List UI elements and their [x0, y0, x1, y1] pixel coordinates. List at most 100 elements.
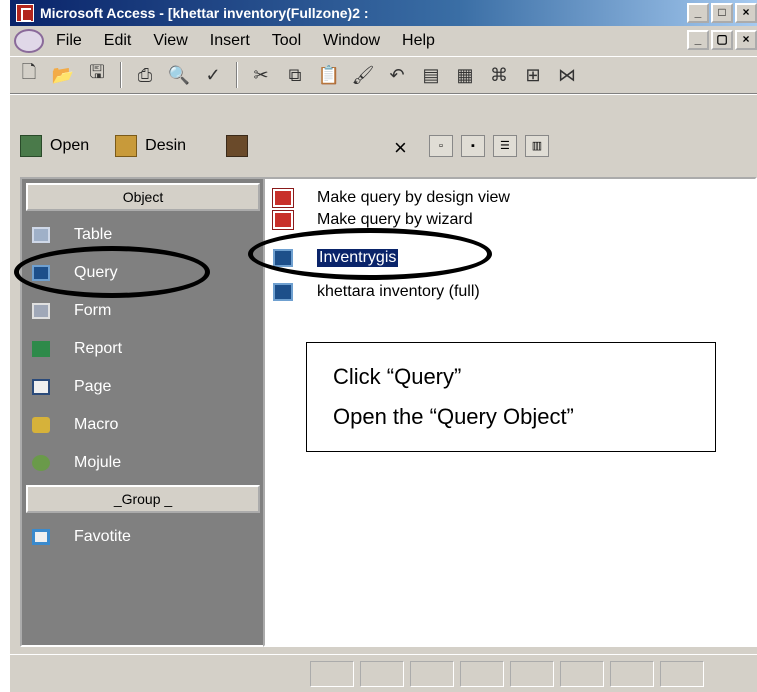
menu-window[interactable]: Window — [323, 32, 380, 50]
small-icons-icon[interactable]: ▪ — [460, 135, 485, 157]
large-icons-icon[interactable]: ▫ — [428, 135, 453, 157]
module-icon — [32, 455, 50, 471]
sidebar-item-favorites[interactable]: Favotite — [32, 519, 252, 555]
sidebar-item-label: Page — [74, 378, 112, 395]
design-label: Desin — [145, 137, 187, 154]
window-title: Microsoft Access - [khettar inventory(Fu… — [40, 5, 369, 21]
menu-help[interactable]: Help — [402, 32, 435, 50]
list-item-label: Make query by design view — [317, 189, 510, 206]
groups-header[interactable]: _Group _ — [26, 485, 260, 513]
document-controls: _ ▢ × — [687, 30, 757, 50]
design-icon — [115, 135, 138, 157]
macro-icon — [32, 417, 50, 433]
query-icon — [273, 249, 293, 267]
menu-file[interactable]: File — [56, 32, 82, 50]
status-cell — [610, 660, 654, 687]
status-cell — [660, 660, 704, 687]
table-icon — [32, 227, 50, 243]
title-bar: Microsoft Access - [khettar inventory(Fu… — [10, 0, 757, 26]
code-icon[interactable]: ⌘ — [488, 64, 510, 86]
list-item[interactable]: Make query by wizard — [272, 210, 473, 230]
page-icon — [32, 379, 50, 395]
office-links-icon[interactable]: ▤ — [420, 64, 442, 86]
list-view-icon[interactable]: ☰ — [492, 135, 517, 157]
undo-icon[interactable]: ↶ — [386, 64, 408, 86]
make-query-icon — [272, 210, 294, 230]
callout-line-2: Open the “Query Object” — [333, 404, 574, 429]
report-icon — [32, 341, 50, 357]
list-item[interactable]: khettara inventory (full) — [273, 283, 480, 301]
open-icon — [20, 135, 42, 157]
list-item-label: khettara inventory (full) — [317, 283, 480, 300]
sidebar-item-macro[interactable]: Macro — [32, 407, 252, 443]
sidebar-item-label: Macro — [74, 416, 119, 433]
instruction-callout: Click “Query” Open the “Query Object” — [306, 342, 716, 452]
menu-tool[interactable]: Tool — [272, 32, 301, 50]
toolbar-separator — [120, 62, 122, 88]
sidebar-item-report[interactable]: Report — [32, 331, 252, 367]
make-query-icon — [272, 188, 294, 208]
print-preview-icon[interactable]: 🔍 — [168, 64, 190, 86]
new-icon[interactable]: 🗋 — [18, 62, 40, 86]
menu-insert[interactable]: Insert — [210, 32, 250, 50]
callout-line-1: Click “Query” — [333, 364, 462, 389]
close-button[interactable]: × — [735, 3, 757, 23]
menu-view[interactable]: View — [153, 32, 187, 50]
toolbar-separator — [236, 62, 238, 88]
status-cell — [460, 660, 504, 687]
minimize-button[interactable]: _ — [687, 3, 709, 23]
sidebar-item-label: Query — [74, 264, 118, 281]
status-cell — [410, 660, 454, 687]
status-cell — [560, 660, 604, 687]
window-controls: _ □ × — [687, 3, 757, 23]
objects-header[interactable]: Object — [26, 183, 260, 211]
status-cell — [360, 660, 404, 687]
sidebar-item-label: Table — [74, 226, 113, 243]
format-painter-icon[interactable]: 🖌 — [352, 64, 375, 86]
sidebar-item-label: Report — [74, 340, 123, 357]
sidebar-item-table[interactable]: Table — [32, 217, 252, 253]
cut-icon[interactable]: ✂ — [250, 64, 272, 86]
maximize-button[interactable]: □ — [711, 3, 733, 23]
query-icon — [273, 283, 293, 301]
doc-minimize-button[interactable]: _ — [687, 30, 709, 50]
form-icon — [32, 303, 50, 319]
paste-icon[interactable]: 📋 — [318, 64, 340, 86]
list-item[interactable]: Make query by design view — [272, 188, 510, 208]
sidebar-item-module[interactable]: Mojule — [32, 445, 252, 481]
document-menu-icon[interactable] — [14, 29, 44, 53]
sidebar-item-label: Favotite — [74, 528, 131, 545]
query-icon — [32, 265, 50, 281]
doc-close-button[interactable]: × — [735, 30, 757, 50]
doc-restore-button[interactable]: ▢ — [711, 30, 733, 50]
details-view-icon[interactable]: ▥ — [524, 135, 549, 157]
open-label: Open — [50, 137, 90, 154]
status-bar — [10, 654, 757, 692]
list-item-label: Inventrygis — [317, 249, 399, 267]
sidebar-item-form[interactable]: Form — [32, 293, 252, 329]
open-folder-icon[interactable]: 📂 — [52, 64, 74, 86]
new-object-icon — [226, 135, 249, 157]
list-item[interactable]: Inventrygis — [273, 249, 399, 267]
relationships-icon[interactable]: ⋈ — [556, 64, 578, 86]
sidebar-item-query[interactable]: Query — [32, 255, 252, 291]
sidebar-item-label: Form — [74, 302, 112, 319]
objects-sidebar: Object Table Query Form Report Page Macr… — [20, 177, 268, 647]
sidebar-item-label: Mojule — [74, 454, 122, 471]
copy-icon[interactable]: ⧉ — [284, 64, 306, 86]
new-object-button[interactable] — [212, 135, 249, 157]
properties-icon[interactable]: ⊞ — [522, 64, 544, 86]
open-button[interactable]: Open — [20, 135, 89, 157]
sidebar-item-page[interactable]: Page — [32, 369, 252, 405]
access-app-icon[interactable] — [16, 4, 34, 22]
menu-bar: File Edit View Insert Tool Window Help _… — [10, 26, 757, 56]
status-cell — [510, 660, 554, 687]
design-button[interactable]: Desin — [115, 135, 186, 157]
menu-edit[interactable]: Edit — [104, 32, 132, 50]
spelling-icon[interactable]: ✓ — [202, 64, 224, 86]
analyze-icon[interactable]: ▦ — [454, 64, 476, 86]
save-icon[interactable]: 🖫 — [86, 62, 108, 86]
delete-icon[interactable]: × — [394, 135, 407, 161]
list-item-label: Make query by wizard — [317, 211, 473, 228]
print-icon[interactable]: ⎙ — [134, 64, 156, 86]
